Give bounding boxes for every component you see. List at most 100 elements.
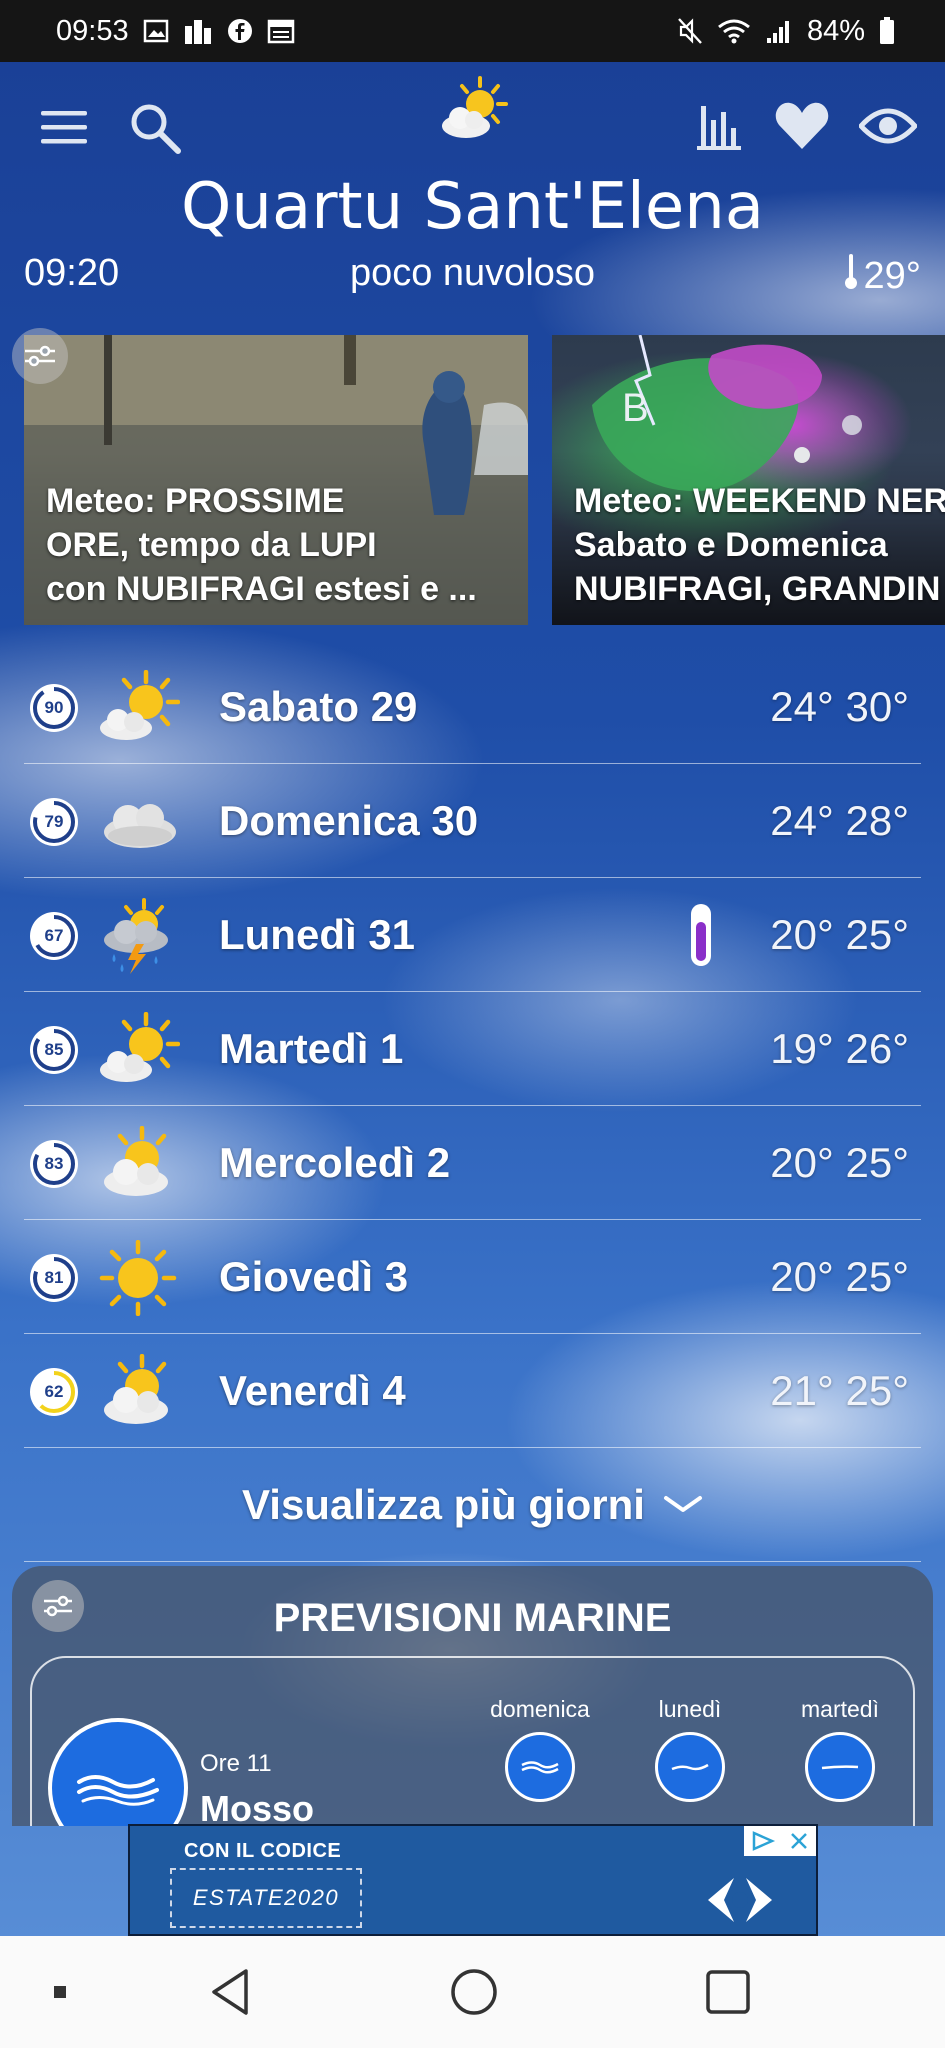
ad-banner[interactable]: CON IL CODICE ESTATE2020: [128, 1824, 818, 1936]
reliability-score-badge: 62: [28, 1366, 80, 1418]
sun-cloud-icon: [100, 670, 180, 740]
marine-title: PREVISIONI MARINE: [273, 1596, 672, 1640]
chart-icon[interactable]: [694, 100, 744, 154]
status-time: 09:53: [56, 14, 129, 47]
daily-forecast-list: 90 Sabato 29 24° 30° 79 Domenica 30 24° …: [24, 650, 921, 1562]
favorite-heart-icon[interactable]: [772, 98, 832, 154]
map-pressure-label: B: [622, 386, 649, 430]
recent-dot-icon[interactable]: [40, 1936, 80, 2048]
search-icon[interactable]: [126, 100, 184, 156]
app-logo-sun-cloud-icon: [436, 76, 512, 144]
system-navigation-bar: [0, 1936, 945, 2048]
forecast-row[interactable]: 79 Domenica 30 24° 28°: [24, 764, 921, 878]
eye-icon[interactable]: [858, 100, 918, 152]
min-max-temperature: 24° 30°: [770, 683, 909, 730]
day-label: Martedì 1: [219, 1025, 404, 1072]
show-more-days-label: Visualizza più giorni: [242, 1480, 645, 1528]
reliability-score: 62: [44, 1382, 64, 1401]
sun-cloud-icon: [104, 1126, 168, 1196]
ad-text: CON IL CODICE: [184, 1840, 342, 1862]
wifi-icon: [717, 17, 751, 45]
sea-wave-icon: [655, 1732, 725, 1802]
rough-sea-wave-icon: [48, 1718, 188, 1826]
forecast-row[interactable]: 85 Martedì 1 19° 26°: [24, 992, 921, 1106]
day-label: Venerdì 4: [219, 1367, 406, 1414]
min-max-temperature: 24° 28°: [770, 797, 909, 844]
home-icon[interactable]: [434, 1936, 514, 2048]
reliability-score-badge: 85: [28, 1024, 80, 1076]
calendar-icon: [267, 18, 295, 44]
sea-wave-icon: [505, 1732, 575, 1802]
reliability-score: 90: [44, 698, 64, 717]
marine-hour: Ore 11: [200, 1750, 272, 1777]
reliability-score-badge: 90: [28, 682, 80, 734]
reliability-score: 83: [44, 1154, 64, 1173]
day-label: Giovedì 3: [219, 1253, 409, 1300]
facebook-icon: [227, 18, 253, 44]
mute-icon: [677, 17, 703, 45]
sea-state: Mosso: [200, 1788, 315, 1826]
thermometer-icon: [844, 252, 858, 300]
ad-promo-code: ESTATE2020: [170, 1868, 362, 1928]
sliders-icon: [25, 345, 55, 367]
news-filter-button[interactable]: [12, 328, 68, 384]
reliability-score: 85: [44, 1040, 64, 1059]
marine-forecast-card[interactable]: PREVISIONI MARINE Ore 11 Mosso domenica …: [12, 1566, 933, 1826]
current-conditions: 09:20 poco nuvoloso 29°: [0, 252, 945, 302]
min-max-temperature: 20° 25°: [770, 911, 909, 958]
ad-choices[interactable]: [744, 1826, 816, 1856]
forecast-row[interactable]: 90 Sabato 29 24° 30°: [24, 650, 921, 764]
reliability-score-badge: 79: [28, 796, 80, 848]
show-more-days-button[interactable]: Visualizza più giorni: [24, 1448, 921, 1562]
reliability-score-badge: 67: [28, 910, 80, 962]
current-temperature: 29°: [844, 252, 921, 300]
back-icon[interactable]: [190, 1936, 270, 2048]
sea-wave-icon: [805, 1732, 875, 1802]
marine-day-label: martedì: [801, 1696, 879, 1722]
city-icon: [183, 18, 213, 44]
ad-choices-icon: [752, 1831, 776, 1851]
news-carousel[interactable]: Meteo: PROSSIME ORE, tempo da LUPI con N…: [0, 335, 945, 625]
cloud-icon: [104, 804, 176, 848]
news-card[interactable]: Meteo: PROSSIME ORE, tempo da LUPI con N…: [24, 335, 528, 625]
day-label: Sabato 29: [219, 683, 418, 730]
marine-day-label: lunedì: [658, 1696, 722, 1722]
sun-cloud-icon: [100, 1012, 180, 1082]
forecast-row[interactable]: 62 Venerdì 4 21° 25°: [24, 1334, 921, 1448]
min-max-temperature: 21° 25°: [770, 1367, 909, 1414]
storm-icon: [104, 898, 168, 974]
day-label: Domenica 30: [219, 797, 479, 844]
status-bar: 09:53 84%: [0, 0, 945, 62]
signal-icon: [765, 18, 793, 44]
marine-day-label: domenica: [490, 1696, 590, 1722]
marine-details: Ore 11 Mosso domenica lunedì martedì: [30, 1656, 915, 1826]
day-label: Mercoledì 2: [219, 1139, 451, 1186]
forecast-row[interactable]: 81 Giovedì 3 20° 25°: [24, 1220, 921, 1334]
close-icon[interactable]: [788, 1830, 810, 1852]
news-card[interactable]: B Meteo: WEEKEND NER Sabato e Domenica N…: [552, 335, 945, 625]
news-title: Meteo: WEEKEND NER Sabato e Domenica NUB…: [574, 482, 945, 608]
news-title: Meteo: PROSSIME ORE, tempo da LUPI con N…: [46, 482, 477, 608]
menu-icon[interactable]: [36, 102, 92, 152]
battery-icon: [879, 17, 895, 45]
reliability-score: 67: [44, 926, 64, 945]
forecast-row[interactable]: 83 Mercoledì 2 20° 25°: [24, 1106, 921, 1220]
forecast-row[interactable]: 67 Lunedì 31 20° 25°: [24, 878, 921, 992]
min-max-temperature: 19° 26°: [770, 1025, 909, 1072]
gallery-icon: [143, 19, 169, 43]
min-max-temperature: 20° 25°: [770, 1253, 909, 1300]
sun-icon: [99, 1240, 177, 1316]
reliability-score: 79: [44, 812, 64, 831]
reliability-score-badge: 83: [28, 1138, 80, 1190]
reliability-score-badge: 81: [28, 1252, 80, 1304]
heat-alert-thermometer-icon: [691, 904, 711, 966]
sun-cloud-icon: [104, 1354, 168, 1424]
battery-level: 84%: [806, 14, 865, 47]
condition-text: poco nuvoloso: [349, 252, 596, 294]
app-header: Quartu Sant'Elena 09:20 poco nuvoloso 29…: [0, 62, 945, 312]
overview-icon[interactable]: [688, 1936, 768, 2048]
carrefour-logo-icon: [708, 1878, 772, 1922]
chevron-down-icon: [663, 1495, 702, 1512]
temperature-value: 29°: [863, 254, 921, 297]
min-max-temperature: 20° 25°: [770, 1139, 909, 1186]
